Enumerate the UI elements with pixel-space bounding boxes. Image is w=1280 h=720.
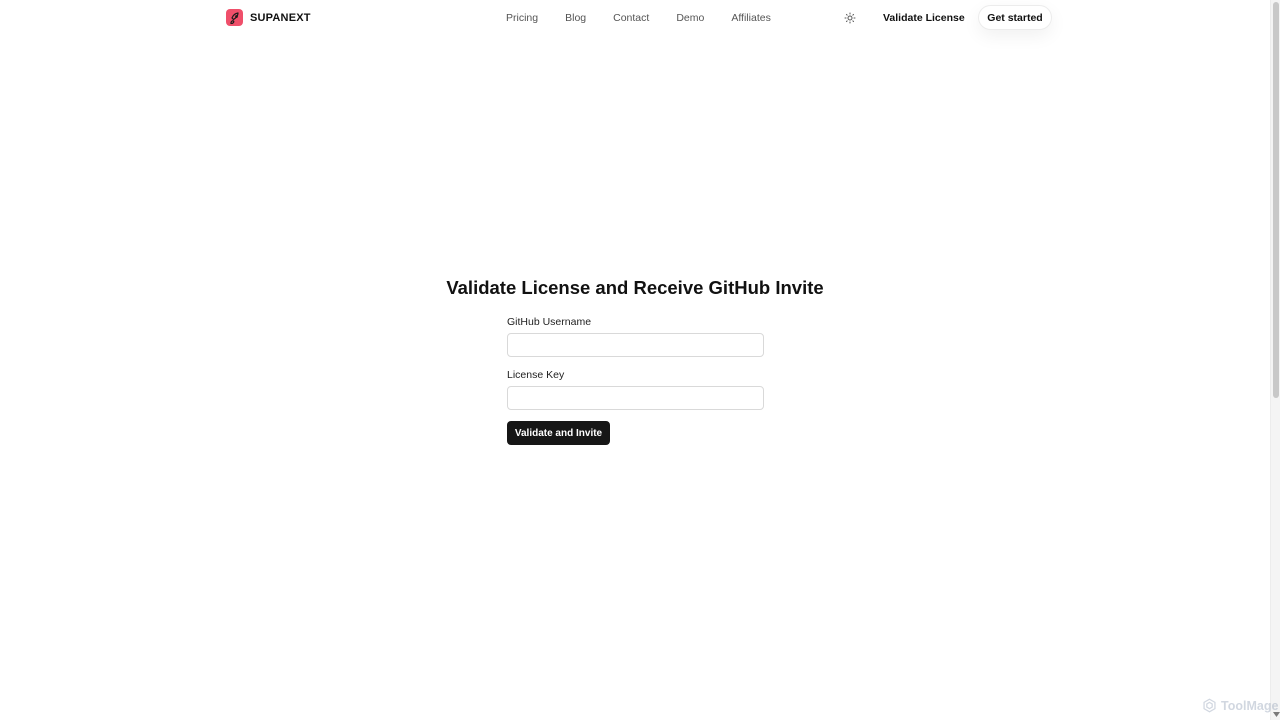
watermark: ToolMage [1202, 698, 1278, 713]
page: SUPANEXT Pricing Blog Contact Demo Affil… [0, 0, 1280, 720]
nav-blog-link[interactable]: Blog [565, 12, 586, 24]
github-username-input[interactable] [507, 333, 764, 357]
get-started-button[interactable]: Get started [978, 5, 1052, 30]
scrollbar-thumb[interactable] [1273, 2, 1279, 398]
license-key-input[interactable] [507, 386, 764, 410]
validate-license-link[interactable]: Validate License [883, 12, 965, 24]
watermark-logo-icon [1203, 698, 1216, 713]
watermark-text: ToolMage [1221, 698, 1279, 713]
top-navbar: SUPANEXT Pricing Blog Contact Demo Affil… [0, 0, 1270, 36]
nav-contact-link[interactable]: Contact [613, 12, 649, 24]
nav-demo-link[interactable]: Demo [676, 12, 704, 24]
page-title: Validate License and Receive GitHub Invi… [446, 277, 824, 298]
github-username-label: GitHub Username [507, 316, 592, 328]
brand-link[interactable]: SUPANEXT [226, 9, 311, 26]
validate-license-form: GitHub Username License Key Validate and… [507, 316, 764, 445]
nav-affiliates-link[interactable]: Affiliates [731, 12, 771, 24]
theme-toggle-button[interactable] [843, 11, 857, 25]
brand-name: SUPANEXT [250, 11, 311, 24]
nav-pricing-link[interactable]: Pricing [506, 12, 538, 24]
sun-icon [844, 12, 856, 24]
main-nav: Pricing Blog Contact Demo Affiliates [506, 12, 771, 24]
license-key-field: License Key [507, 369, 764, 410]
vertical-scrollbar[interactable] [1270, 0, 1280, 720]
rocket-icon [226, 9, 243, 26]
validate-and-invite-button[interactable]: Validate and Invite [507, 421, 610, 445]
license-key-label: License Key [507, 369, 565, 381]
